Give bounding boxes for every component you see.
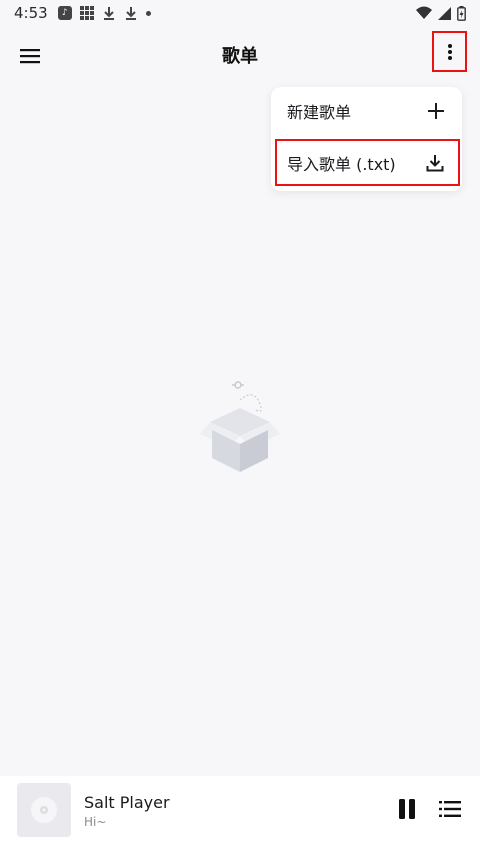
app-notification-icon: ♪ (57, 6, 72, 20)
battery-icon (457, 5, 466, 21)
album-art[interactable] (17, 783, 71, 837)
overflow-menu: 新建歌单 导入歌单 (.txt) (271, 87, 462, 191)
download-icon (426, 155, 444, 172)
download-icon (103, 6, 114, 20)
track-title: Salt Player (84, 793, 170, 812)
playlist-queue-button[interactable] (436, 796, 464, 822)
empty-box-icon (198, 378, 282, 474)
disc-icon (31, 797, 57, 823)
menu-item-label: 导入歌单 (.txt) (287, 155, 396, 174)
playlist-icon (439, 801, 461, 817)
menu-item-new-playlist[interactable]: 新建歌单 (271, 87, 462, 135)
notification-icons: ♪ (57, 6, 151, 21)
menu-item-label: 新建歌单 (287, 103, 352, 122)
pause-icon (399, 799, 415, 819)
grid-icon (79, 6, 94, 20)
download-icon (125, 6, 136, 20)
pause-button[interactable] (394, 796, 420, 822)
now-playing-bar[interactable]: Salt Player Hi~ (0, 776, 480, 854)
status-bar: 4:53 ♪ (0, 0, 480, 26)
page-title: 歌单 (222, 46, 258, 67)
signal-icon (438, 6, 451, 20)
dot-icon (145, 10, 151, 16)
status-time: 4:53 (14, 4, 48, 22)
menu-item-import-playlist[interactable]: 导入歌单 (.txt) (271, 139, 462, 187)
status-indicators (416, 5, 466, 21)
more-options-button[interactable] (432, 31, 467, 72)
wifi-icon (416, 6, 432, 19)
more-vertical-icon (447, 43, 452, 60)
plus-icon (428, 103, 444, 119)
app-bar: 歌单 (0, 26, 480, 84)
track-subtitle: Hi~ (84, 815, 107, 829)
